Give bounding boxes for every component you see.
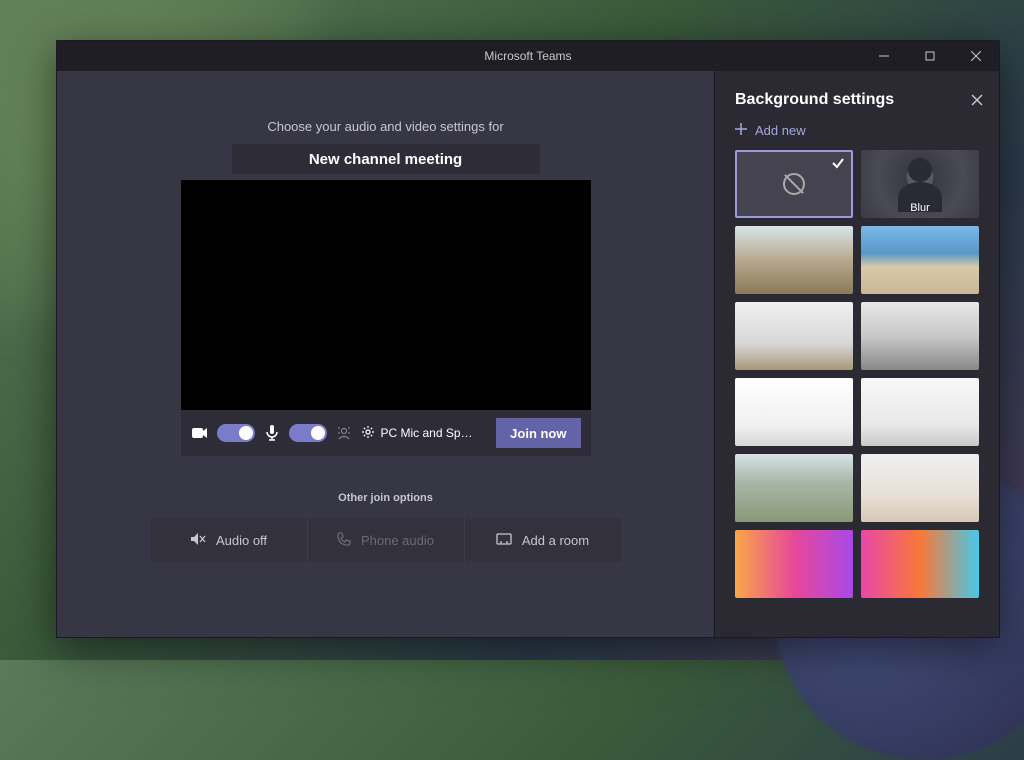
prompt-text: Choose your audio and video settings for [267, 119, 503, 134]
background-grid: Blur [735, 150, 985, 598]
phone-icon [337, 532, 351, 549]
close-panel-button[interactable] [969, 92, 985, 108]
controls-bar: PC Mic and Sp… Join now [181, 410, 591, 456]
other-options-label: Other join options [338, 492, 433, 504]
camera-icon [191, 424, 209, 442]
bg-option-image[interactable] [735, 530, 853, 598]
none-icon [783, 173, 805, 195]
titlebar: Microsoft Teams [57, 41, 999, 71]
side-header: Background settings [735, 91, 985, 109]
content-area: Choose your audio and video settings for… [57, 71, 999, 637]
phone-audio-button: Phone audio [308, 518, 465, 562]
add-room-label: Add a room [522, 533, 589, 548]
device-label-text: PC Mic and Sp… [381, 426, 473, 440]
add-room-button[interactable]: Add a room [465, 518, 621, 562]
main-panel: Choose your audio and video settings for… [57, 71, 714, 637]
bg-option-image[interactable] [861, 302, 979, 370]
window-title: Microsoft Teams [484, 49, 571, 63]
app-window: Microsoft Teams Choose your audio and vi… [56, 40, 1000, 638]
gear-icon [361, 425, 375, 442]
option-row: Audio off Phone audio Add a room [151, 518, 621, 562]
bg-option-image[interactable] [735, 302, 853, 370]
minimize-button[interactable] [861, 41, 907, 71]
mic-toggle[interactable] [289, 424, 327, 442]
bg-option-image[interactable] [861, 530, 979, 598]
meeting-title[interactable]: New channel meeting [232, 144, 540, 174]
audio-off-label: Audio off [216, 533, 267, 548]
add-new-label: Add new [755, 123, 806, 138]
bg-option-image[interactable] [735, 226, 853, 294]
window-controls [861, 41, 999, 71]
add-new-button[interactable]: Add new [735, 123, 985, 138]
mic-icon [263, 424, 281, 442]
join-button[interactable]: Join now [496, 418, 580, 448]
bg-option-image[interactable] [735, 454, 853, 522]
bg-option-image[interactable] [735, 378, 853, 446]
audio-off-button[interactable]: Audio off [151, 518, 308, 562]
bg-option-none[interactable] [735, 150, 853, 218]
bg-option-image[interactable] [861, 378, 979, 446]
plus-icon [735, 123, 747, 138]
speaker-off-icon [190, 532, 206, 549]
background-settings-panel: Background settings Add new [714, 71, 999, 637]
maximize-button[interactable] [907, 41, 953, 71]
phone-audio-label: Phone audio [361, 533, 434, 548]
close-button[interactable] [953, 41, 999, 71]
blur-label: Blur [910, 202, 930, 214]
room-icon [496, 533, 512, 548]
camera-toggle[interactable] [217, 424, 255, 442]
bg-option-image[interactable] [861, 226, 979, 294]
side-panel-title: Background settings [735, 91, 894, 109]
bg-option-blur[interactable]: Blur [861, 150, 979, 218]
bg-effects-icon[interactable] [335, 424, 353, 442]
bg-option-image[interactable] [861, 454, 979, 522]
check-icon [831, 156, 845, 175]
video-preview [181, 180, 591, 410]
device-selector[interactable]: PC Mic and Sp… [361, 425, 489, 442]
